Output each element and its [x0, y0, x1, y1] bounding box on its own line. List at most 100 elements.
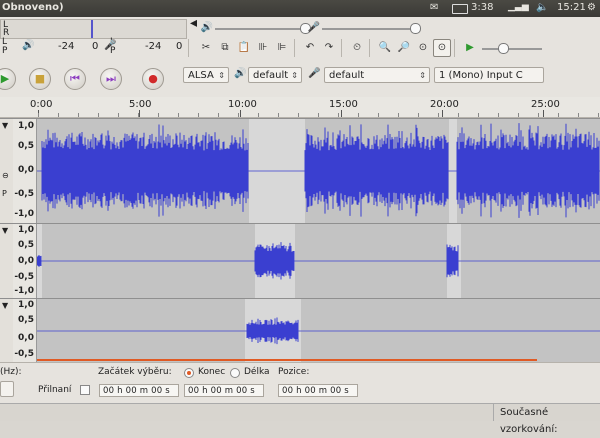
waveform-segment: [184, 129, 249, 212]
record-button[interactable]: ●: [142, 68, 164, 90]
end-radio[interactable]: [184, 368, 194, 378]
copy-icon[interactable]: ⧉: [216, 39, 234, 57]
selection-start-time[interactable]: 00 h 00 m 00 s: [99, 384, 179, 397]
ruler-minor-tick: [438, 113, 439, 117]
speaker-icon[interactable]: 🔈: [536, 2, 548, 13]
output-meter[interactable]: L R: [0, 19, 187, 39]
scale-label: 0,5: [18, 141, 34, 151]
silence-icon[interactable]: ⊫: [273, 39, 291, 57]
ruler-minor-tick: [118, 113, 119, 117]
output-device-value: default: [253, 70, 289, 81]
meter-scale-zero2: 0: [176, 41, 183, 52]
end-radio-label: Konec: [198, 367, 226, 377]
project-rate-select[interactable]: [0, 381, 14, 397]
meter-scale-left: -24: [58, 41, 75, 52]
track-control-panel[interactable]: ▼: [0, 299, 14, 363]
ruler-minor-tick: [358, 113, 359, 117]
selection-start-label: Začátek výběru:: [98, 367, 172, 377]
timeline-ruler[interactable]: 0:00 5:00 10:00 15:00 20:00 25:00: [0, 97, 600, 118]
stop-button[interactable]: ■: [29, 68, 51, 90]
play-button[interactable]: ▶: [0, 68, 16, 90]
selection-end-time[interactable]: 00 h 00 m 00 s: [184, 384, 264, 397]
microphone-icon: 🎤: [307, 22, 321, 33]
pan-label-p: P: [2, 189, 7, 198]
ruler-label: 15:00: [329, 99, 358, 110]
record-volume-knob[interactable]: [410, 23, 421, 34]
ruler-label: 0:00: [30, 99, 53, 110]
audio-position-time[interactable]: 00 h 00 m 00 s: [278, 384, 358, 397]
ruler-minor-tick: [138, 113, 139, 117]
audio-track-3[interactable]: ▼ 1,0 0,5 0,0 -0,5: [0, 298, 600, 363]
skip-end-button[interactable]: ⏭: [100, 68, 122, 90]
ruler-label: 5:00: [129, 99, 152, 110]
ruler-minor-tick: [98, 113, 99, 117]
ruler-minor-tick: [418, 113, 419, 117]
separator: [454, 39, 455, 57]
pan-icon[interactable]: ⊖: [2, 171, 9, 180]
playback-volume-slider[interactable]: [215, 28, 305, 30]
output-device-select[interactable]: default ⇕: [248, 67, 302, 83]
fit-selection-icon[interactable]: ⊙: [414, 39, 432, 57]
input-channels-select[interactable]: 1 (Mono) Input C: [434, 67, 544, 83]
track-control-panel[interactable]: ▼: [0, 224, 14, 298]
playback-volume-icon: ◂: [190, 15, 198, 31]
speaker-icon: 🔊: [234, 68, 247, 79]
clock[interactable]: 15:21: [557, 2, 586, 13]
input-device-select[interactable]: default ⇕: [324, 67, 430, 83]
track-control-panel[interactable]: ▼ ⊖ P: [0, 119, 14, 223]
play-speed-slider[interactable]: [482, 48, 542, 50]
envelope-icon[interactable]: ✉: [430, 2, 438, 13]
play-at-speed-icon[interactable]: ▶: [461, 39, 479, 57]
waveform-area-1[interactable]: [37, 119, 600, 223]
track-menu-arrow-icon[interactable]: ▼: [2, 121, 8, 130]
play-speed-knob[interactable]: [498, 43, 509, 54]
battery-icon[interactable]: [452, 4, 468, 14]
scale-label: -0,5: [14, 189, 34, 199]
ruler-minor-tick: [338, 113, 339, 117]
scale-label: 1,0: [18, 300, 34, 310]
waveform-segment: [41, 124, 185, 217]
track-menu-arrow-icon[interactable]: ▼: [2, 226, 8, 235]
ruler-label: 10:00: [228, 99, 257, 110]
trim-audio-icon[interactable]: ⊪: [254, 39, 272, 57]
ruler-label: 20:00: [430, 99, 459, 110]
separator: [294, 39, 295, 57]
separator: [188, 39, 189, 57]
scale-label: 0,5: [18, 240, 34, 250]
ruler-minor-tick: [598, 113, 599, 117]
window-title: Obnoveno): [2, 2, 64, 13]
zoom-out-icon[interactable]: 🔎: [395, 39, 413, 57]
status-bar: Současné vzorkování:: [0, 403, 600, 435]
selection-toolbar: (Hz): Začátek výběru: Konec Délka Pozice…: [0, 362, 600, 404]
snap-to-checkbox[interactable]: [80, 385, 90, 395]
length-radio[interactable]: [230, 368, 240, 378]
zoom-in-icon[interactable]: 🔍: [376, 39, 394, 57]
ruler-label: 25:00: [531, 99, 560, 110]
meter-level-row: 🔊 -24 0 🎤 -24 0: [0, 37, 185, 59]
trim-icon[interactable]: ✂: [197, 39, 215, 57]
skip-start-button[interactable]: ⏮: [64, 68, 86, 90]
transport-row: ▶ ■ ⏮ ⏭ ● ALSA ⇕ 🔊 default ⇕ 🎤 default ⇕ 1 …: [0, 63, 600, 95]
ruler-minor-tick: [318, 113, 319, 117]
scale-label: 1,0: [18, 121, 34, 131]
sync-lock-icon[interactable]: ⏲: [348, 39, 366, 57]
track-vertical-scale: 1,0 0,5 0,0 -0,5 -1,0: [13, 224, 37, 298]
waveform-area-2[interactable]: [37, 224, 600, 298]
undo-icon[interactable]: ↶: [301, 39, 319, 57]
audio-host-select[interactable]: ALSA ⇕: [183, 67, 229, 83]
audio-track-1[interactable]: ▼ ⊖ P 1,0 0,5 0,0 -0,5 -1,0: [0, 118, 600, 223]
paste-icon[interactable]: 📋: [235, 39, 253, 57]
audio-track-2[interactable]: ▼ 1,0 0,5 0,0 -0,5 -1,0: [0, 223, 600, 298]
redo-icon[interactable]: ↷: [320, 39, 338, 57]
waveform-segment: [380, 124, 449, 217]
signal-icon[interactable]: ▁▃▅: [508, 2, 529, 12]
ruler-tick: [442, 110, 443, 117]
record-volume-slider[interactable]: [322, 28, 417, 30]
battery-time[interactable]: 3:38: [471, 2, 493, 13]
fit-project-icon[interactable]: ⊙: [433, 39, 451, 57]
ruler-minor-tick: [278, 113, 279, 117]
ruler-minor-tick: [178, 113, 179, 117]
power-gear-icon[interactable]: ⚙: [587, 2, 596, 13]
waveform-area-3[interactable]: [37, 299, 600, 363]
track-menu-arrow-icon[interactable]: ▼: [2, 301, 8, 310]
